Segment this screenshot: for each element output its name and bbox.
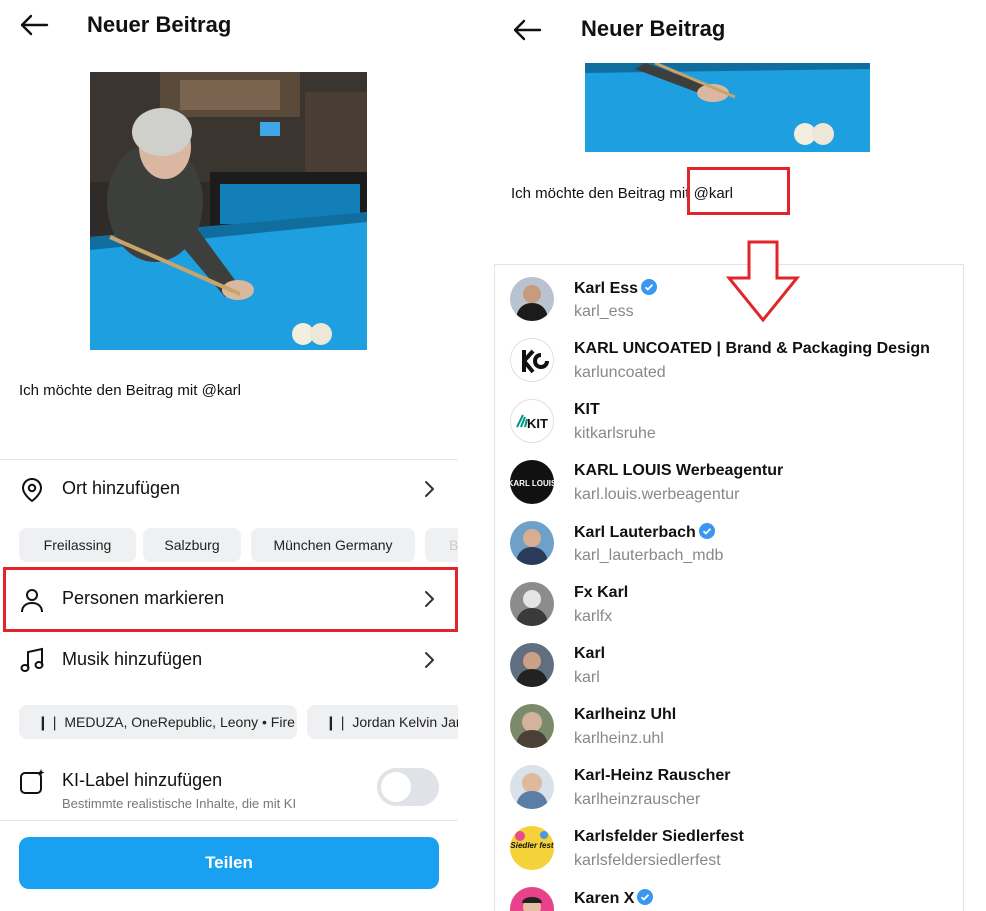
down-arrow-icon [725, 240, 801, 324]
ai-label-title: KI-Label hinzufügen [62, 770, 223, 790]
back-arrow-icon[interactable] [512, 18, 542, 42]
sound-bars-icon: ❙❘ [37, 714, 65, 730]
music-chip[interactable]: ❙❘ Jordan Kelvin Jam [307, 705, 458, 739]
suggestion-name: Karlheinz Uhl [574, 706, 677, 723]
avatar: KARL LOUIS [510, 460, 554, 504]
suggestion-item[interactable]: Karen X [495, 879, 965, 911]
toggle-knob [381, 772, 411, 802]
suggestion-item[interactable]: KARL UNCOATED | Brand & Packaging Design… [495, 330, 965, 391]
suggestion-name: Karlsfelder Siedlerfest [574, 828, 744, 845]
avatar [510, 704, 554, 748]
avatar [510, 887, 554, 911]
location-pin-icon [18, 476, 46, 504]
right-screen: Neuer Beitrag Ich möchte den Beitrag mit… [494, 0, 986, 911]
location-chip[interactable]: München Germany [251, 528, 415, 562]
suggestion-handle: karlfx [574, 608, 613, 625]
ai-label-toggle[interactable] [377, 768, 439, 806]
kit-logo-text: KIT [527, 416, 548, 431]
suggestion-handle: karl [574, 669, 600, 686]
post-image-cropped [585, 63, 870, 152]
ai-label-subtitle: Bestimmte realistische Inhalte, die mit … [62, 796, 297, 811]
left-screen: Neuer Beitrag Ich möchte den Beitrag mit… [0, 0, 458, 911]
verified-badge-icon [641, 279, 658, 295]
page-title: Neuer Beitrag [581, 16, 726, 41]
divider [0, 459, 458, 460]
share-button[interactable]: Teilen [19, 837, 439, 889]
verified-badge-icon [698, 523, 715, 539]
caption-text[interactable]: Ich möchte den Beitrag mit @karl [19, 382, 241, 399]
ai-label-icon [18, 768, 46, 796]
suggestion-handle: karl_ess [574, 303, 634, 320]
chevron-right-icon [420, 649, 438, 671]
page-title: Neuer Beitrag [87, 12, 232, 37]
avatar [510, 582, 554, 626]
add-music-label: Musik hinzufügen [62, 649, 203, 669]
suggestion-handle: karlheinz.uhl [574, 730, 664, 747]
divider [0, 820, 458, 821]
back-arrow-icon[interactable] [19, 13, 49, 37]
avatar [510, 277, 554, 321]
post-image[interactable] [90, 72, 367, 350]
suggestion-item[interactable]: Karl karl [495, 635, 965, 696]
avatar: Siedler fest [510, 826, 554, 870]
suggestion-name: KARL LOUIS Werbeagentur [574, 462, 784, 479]
sound-bars-icon: ❙❘ [325, 714, 353, 730]
suggestion-name: Karl [574, 645, 606, 662]
highlight-box [3, 567, 458, 632]
avatar [510, 521, 554, 565]
karl-louis-logo-text: KARL LOUIS [510, 479, 554, 488]
suggestion-handle: karl.louis.werbeagentur [574, 486, 740, 503]
suggestion-item[interactable]: Fx Karl karlfx [495, 574, 965, 635]
add-music-row[interactable]: Musik hinzufügen [0, 635, 458, 687]
add-location-row[interactable]: Ort hinzufügen [0, 464, 458, 516]
suggestion-name: Karl Lauterbach [574, 523, 715, 542]
suggestion-name: Karl Ess [574, 279, 658, 298]
suggestion-handle: karlheinzrauscher [574, 791, 701, 808]
suggestion-item[interactable]: KIT KIT kitkarlsruhe [495, 391, 965, 452]
location-chips: Freilassing Salzburg München Germany B [0, 528, 458, 568]
music-chips: ❙❘ MEDUZA, OneRepublic, Leony • Fire ❙❘ … [0, 705, 458, 745]
suggestion-item[interactable]: Karl-Heinz Rauscher karlheinzrauscher [495, 757, 965, 818]
suggestion-name: KIT [574, 401, 600, 418]
suggestion-item[interactable]: Karl Lauterbach karl_lauterbach_mdb [495, 513, 965, 574]
location-chip[interactable]: Salzburg [143, 528, 241, 562]
suggestion-handle: kitkarlsruhe [574, 425, 656, 442]
add-location-label: Ort hinzufügen [62, 478, 181, 498]
music-chip[interactable]: ❙❘ MEDUZA, OneRepublic, Leony • Fire [19, 705, 297, 739]
highlight-box [687, 167, 790, 215]
avatar [510, 765, 554, 809]
chevron-right-icon [420, 478, 438, 500]
siedlerfest-logo-text: Siedler fest [510, 841, 553, 850]
avatar [510, 338, 554, 382]
suggestion-name: Fx Karl [574, 584, 629, 601]
music-note-icon [18, 647, 46, 675]
location-chip[interactable]: B [425, 528, 458, 562]
suggestion-handle: karlsfeldersiedlerfest [574, 852, 721, 869]
suggestion-handle: karluncoated [574, 364, 666, 381]
suggestion-item[interactable]: KARL LOUIS KARL LOUIS Werbeagentur karl.… [495, 452, 965, 513]
suggestion-item[interactable]: Siedler fest Karlsfelder Siedlerfest kar… [495, 818, 965, 879]
avatar: KIT [510, 399, 554, 443]
suggestion-name: Karen X [574, 889, 654, 908]
suggestion-item[interactable]: Karlheinz Uhl karlheinz.uhl [495, 696, 965, 757]
suggestion-name: Karl-Heinz Rauscher [574, 767, 731, 784]
music-chip-label: Jordan Kelvin Jam [352, 714, 458, 730]
location-chip[interactable]: Freilassing [19, 528, 136, 562]
suggestion-handle: karl_lauterbach_mdb [574, 547, 724, 564]
suggestion-name: KARL UNCOATED | Brand & Packaging Design [574, 340, 930, 357]
avatar [510, 643, 554, 687]
verified-badge-icon [637, 889, 654, 905]
music-chip-label: MEDUZA, OneRepublic, Leony • Fire [64, 714, 295, 730]
mention-suggestions: Karl Ess karl_ess KARL UNCOATED | Brand … [494, 264, 964, 911]
